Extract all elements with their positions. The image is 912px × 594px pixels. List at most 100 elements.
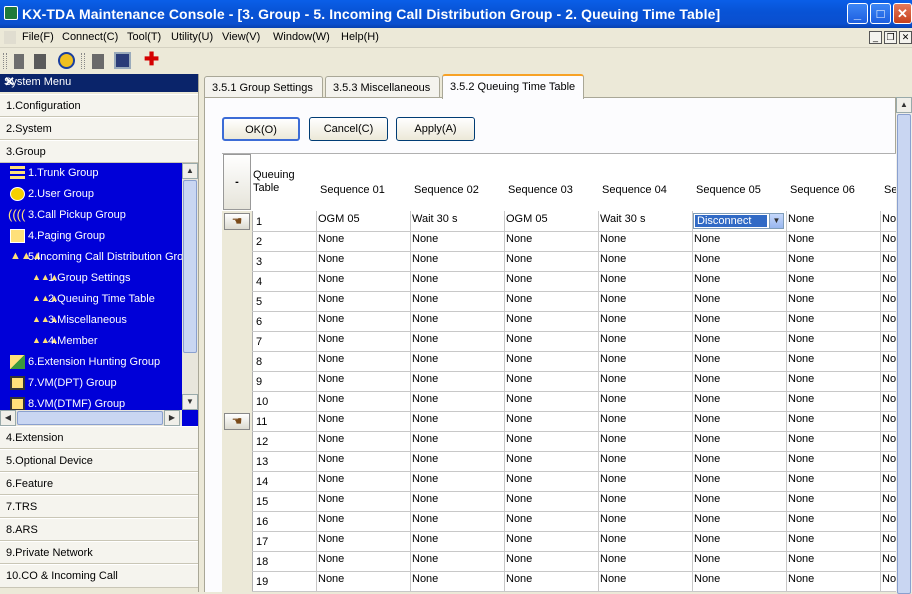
grid-cell[interactable]: None — [412, 513, 438, 525]
grid-cell[interactable]: None — [694, 533, 720, 545]
grid-cell[interactable]: No — [882, 313, 896, 325]
menu-view[interactable]: View(V) — [222, 31, 260, 43]
section-group[interactable]: 3.Group — [0, 140, 198, 163]
grid-cell[interactable]: None — [600, 533, 626, 545]
grid-cell[interactable]: None — [506, 453, 532, 465]
apply-button[interactable]: Apply(A) — [396, 117, 475, 141]
hand-pointer-icon[interactable]: ☚ — [224, 213, 250, 230]
grid-cell[interactable]: None — [318, 373, 344, 385]
grid-cell[interactable]: None — [600, 333, 626, 345]
menu-tool[interactable]: Tool(T) — [127, 31, 161, 43]
grid-cell[interactable]: None — [600, 473, 626, 485]
grid-cell[interactable]: None — [318, 353, 344, 365]
grid-cell[interactable]: None — [412, 313, 438, 325]
grid-cell[interactable]: None — [600, 553, 626, 565]
grid-cell[interactable]: None — [788, 413, 814, 425]
grid-cell[interactable]: None — [506, 373, 532, 385]
grid-cell[interactable]: None — [788, 573, 814, 585]
scroll-up-icon[interactable]: ▲ — [896, 97, 912, 113]
grid-cell[interactable]: None — [788, 333, 814, 345]
grid-cell[interactable]: None — [412, 553, 438, 565]
grid-cell[interactable]: None — [412, 233, 438, 245]
title-bar[interactable]: KX-TDA Maintenance Console - [3. Group -… — [0, 0, 912, 28]
grid-cell[interactable]: No — [882, 393, 896, 405]
tree-vertical-scrollbar[interactable]: ▲ ▼ — [182, 163, 198, 410]
grid-cell[interactable]: None — [600, 513, 626, 525]
grid-cell[interactable]: No — [882, 233, 896, 245]
grid-cell[interactable]: None — [788, 533, 814, 545]
grid-cell[interactable]: None — [694, 373, 720, 385]
grid-cell[interactable]: None — [788, 433, 814, 445]
section-configuration[interactable]: 1.Configuration — [0, 94, 198, 117]
scroll-up-icon[interactable]: ▲ — [182, 163, 198, 179]
document-icon[interactable] — [34, 54, 46, 69]
grid-cell[interactable]: None — [318, 413, 344, 425]
grid-cell[interactable]: None — [600, 493, 626, 505]
grid-cell[interactable]: None — [506, 393, 532, 405]
grid-cell[interactable]: None — [600, 453, 626, 465]
grid-cell[interactable]: None — [318, 533, 344, 545]
tree-scroll-thumb[interactable] — [183, 180, 197, 353]
tree-horizontal-scrollbar[interactable]: ◀ ▶ — [0, 410, 198, 426]
grid-cell[interactable]: OGM 05 — [318, 213, 360, 225]
grid-cell[interactable]: None — [318, 513, 344, 525]
tab-miscellaneous[interactable]: 3.5.3 Miscellaneous — [325, 76, 440, 98]
grid-cell[interactable]: None — [412, 353, 438, 365]
grid-cell[interactable]: None — [694, 353, 720, 365]
grid-cell[interactable]: None — [506, 233, 532, 245]
hand-pointer-icon[interactable]: ☚ — [224, 413, 250, 430]
scroll-left-icon[interactable]: ◀ — [0, 410, 16, 426]
grid-cell[interactable]: None — [694, 393, 720, 405]
grid-cell[interactable]: Wait 30 s — [600, 213, 645, 225]
section-ars[interactable]: 8.ARS — [0, 518, 198, 541]
grid-cell[interactable]: None — [506, 333, 532, 345]
grid-cell[interactable]: None — [788, 493, 814, 505]
help-icon[interactable]: ✚ — [144, 50, 161, 69]
grid-cell[interactable]: None — [506, 493, 532, 505]
grid-cell[interactable]: None — [694, 333, 720, 345]
grid-cell[interactable]: No — [882, 353, 896, 365]
grid-cell[interactable]: None — [412, 393, 438, 405]
grid-cell[interactable]: None — [694, 293, 720, 305]
grid-cell[interactable]: None — [506, 433, 532, 445]
grid-cell[interactable]: None — [600, 233, 626, 245]
section-private-network[interactable]: 9.Private Network — [0, 541, 198, 564]
grid-cell[interactable]: None — [600, 293, 626, 305]
grid-cell[interactable]: None — [788, 453, 814, 465]
grid-cell[interactable]: No — [882, 253, 896, 265]
grid-cell[interactable]: No — [882, 293, 896, 305]
panel-vertical-scrollbar[interactable]: ▲ — [896, 97, 912, 594]
grid-cell[interactable]: None — [318, 273, 344, 285]
grid-cell[interactable]: None — [694, 453, 720, 465]
grid-cell[interactable]: None — [694, 433, 720, 445]
grid-cell[interactable]: No — [882, 493, 896, 505]
sequence-select[interactable]: Disconnect ▼ — [693, 213, 784, 229]
grid-cell[interactable]: None — [694, 253, 720, 265]
menu-connect[interactable]: Connect(C) — [62, 31, 118, 43]
ok-button[interactable]: OK(O) — [222, 117, 300, 141]
grid-cell[interactable]: No — [882, 213, 896, 225]
grid-cell[interactable]: None — [788, 513, 814, 525]
grid-cell[interactable]: None — [788, 233, 814, 245]
toolbar-grip-2[interactable] — [81, 53, 85, 69]
grid-cell[interactable]: None — [694, 493, 720, 505]
clock-icon[interactable] — [58, 52, 75, 69]
toolbar-grip[interactable] — [3, 53, 7, 69]
grid-cell[interactable]: None — [506, 273, 532, 285]
save-icon[interactable] — [92, 54, 104, 69]
grid-cell[interactable]: No — [882, 553, 896, 565]
grid-cell[interactable]: None — [694, 573, 720, 585]
grid-cell[interactable]: No — [882, 413, 896, 425]
grid-cell[interactable]: None — [788, 293, 814, 305]
mdi-restore-icon[interactable]: ❐ — [884, 31, 897, 44]
grid-cell[interactable]: None — [412, 453, 438, 465]
grid-cell[interactable]: None — [600, 273, 626, 285]
grid-cell[interactable]: None — [506, 353, 532, 365]
grid-cell[interactable]: None — [694, 413, 720, 425]
grid-cell[interactable]: None — [412, 533, 438, 545]
grid-cell[interactable]: None — [412, 293, 438, 305]
grid-cell[interactable]: None — [506, 473, 532, 485]
grid-cell[interactable]: None — [506, 413, 532, 425]
grid-cell[interactable]: None — [506, 253, 532, 265]
grid-cell[interactable]: None — [600, 393, 626, 405]
